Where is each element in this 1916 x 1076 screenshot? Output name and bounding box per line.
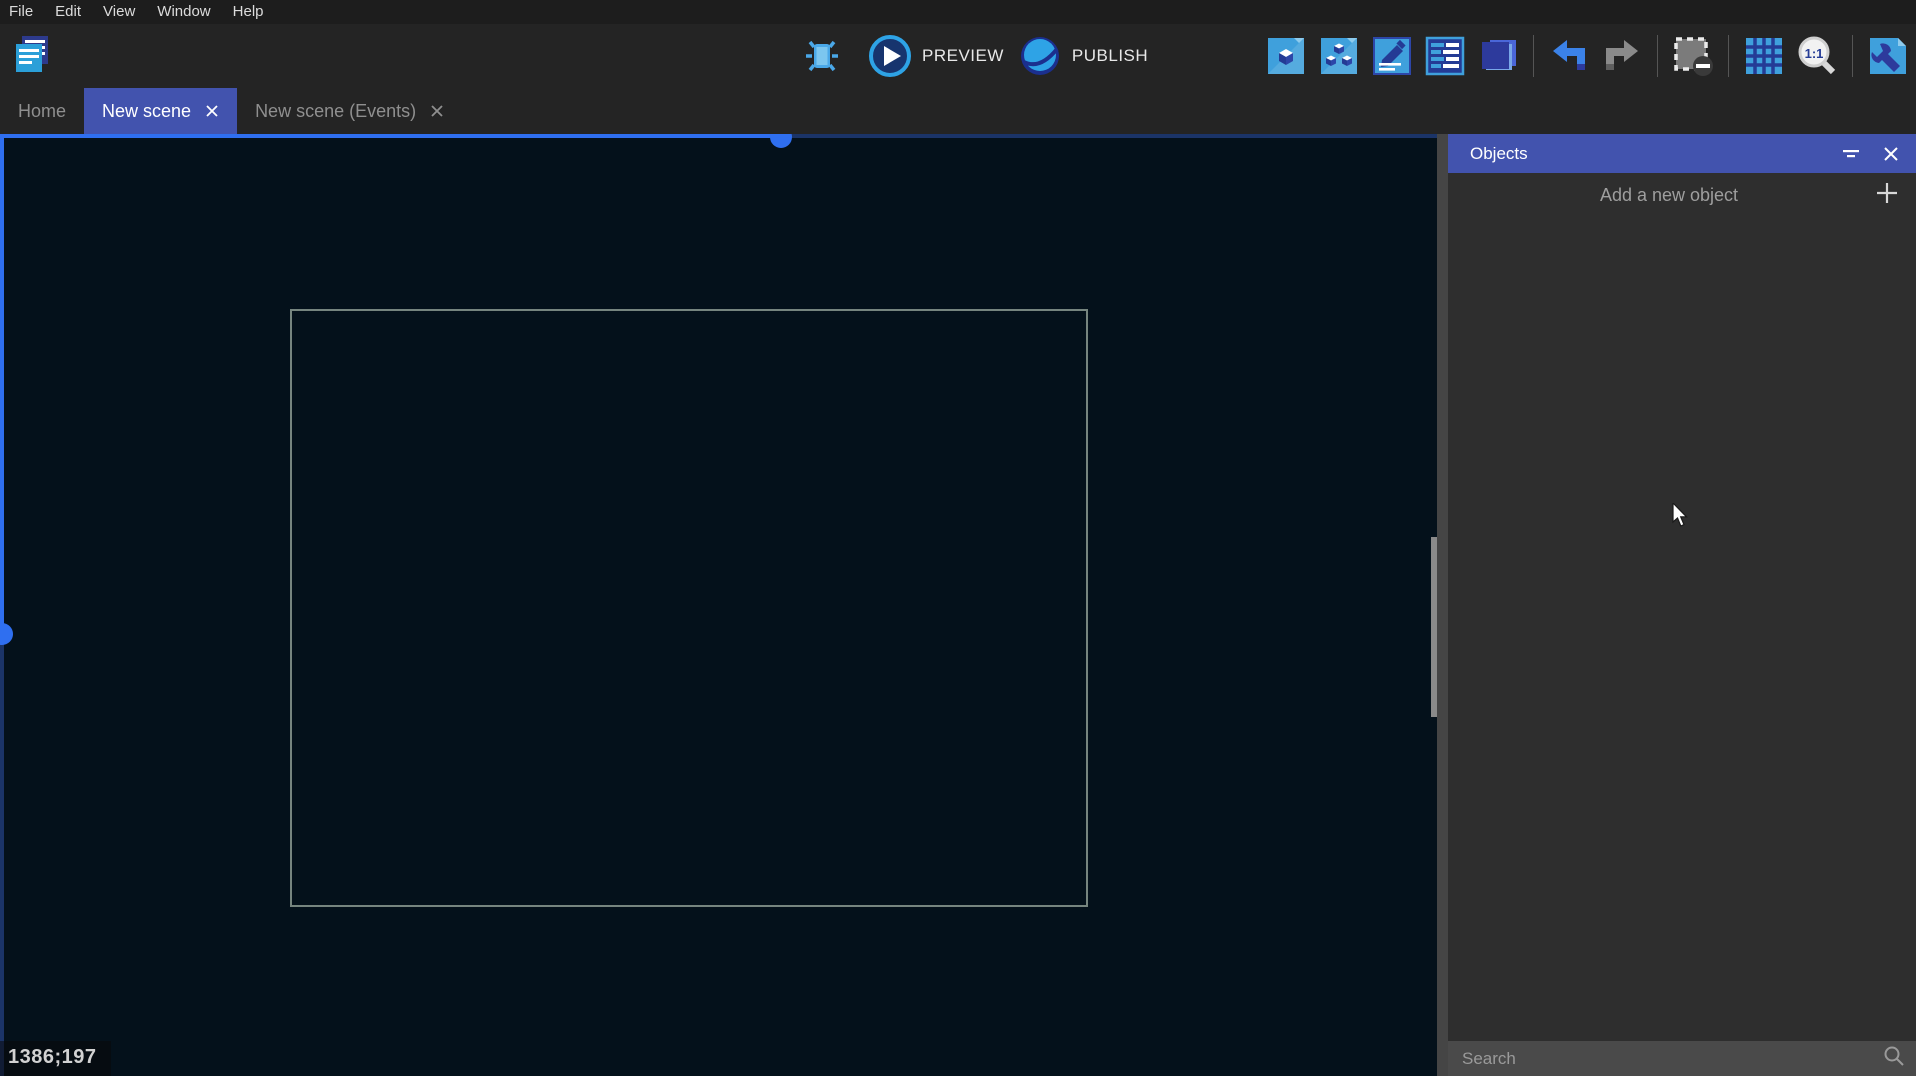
layers-icon[interactable] — [1476, 34, 1520, 78]
publish-button[interactable]: PUBLISH — [1018, 34, 1148, 78]
menu-window[interactable]: Window — [146, 0, 221, 24]
redo-icon[interactable] — [1600, 34, 1644, 78]
deselect-all-icon[interactable] — [1671, 34, 1715, 78]
objects-search-input[interactable] — [1462, 1049, 1882, 1069]
preview-play-icon — [868, 34, 912, 78]
add-new-object-button[interactable]: Add a new object — [1448, 173, 1916, 217]
tab-home-label: Home — [18, 101, 66, 122]
tab-new-scene-events[interactable]: New scene (Events) — [237, 88, 462, 134]
scene-editor-canvas[interactable]: 1386;197 — [0, 134, 1437, 1076]
hscroll-handle[interactable] — [770, 134, 792, 148]
objects-panel-title: Objects — [1470, 144, 1822, 164]
settings-wrench-icon[interactable] — [1866, 34, 1910, 78]
hscroll-indicator-left — [0, 134, 779, 138]
main-toolbar: PREVIEW PUBLISH — [0, 24, 1916, 88]
vscroll-handle[interactable] — [0, 623, 13, 645]
add-new-object-label: Add a new object — [1464, 185, 1874, 206]
objects-panel-header: Objects — [1448, 134, 1916, 173]
object-groups-icon[interactable] — [1317, 34, 1361, 78]
menu-file[interactable]: File — [0, 0, 44, 24]
properties-icon[interactable] — [1370, 34, 1414, 78]
preview-label: PREVIEW — [922, 46, 1004, 66]
toolbar-separator — [1657, 35, 1658, 77]
search-icon[interactable] — [1882, 1044, 1906, 1073]
debug-icon[interactable] — [800, 34, 844, 78]
project-manager-icon[interactable] — [10, 32, 54, 76]
menu-bar: File Edit View Window Help — [0, 0, 1916, 24]
menu-help[interactable]: Help — [222, 0, 275, 24]
hscroll-indicator-right — [779, 134, 1437, 138]
objects-list-empty-area[interactable] — [1448, 217, 1916, 1041]
publish-globe-icon — [1018, 34, 1062, 78]
zoom-1-1-icon[interactable]: 1:1 — [1795, 34, 1839, 78]
filter-icon[interactable] — [1840, 143, 1862, 165]
plus-icon — [1874, 180, 1900, 211]
game-window-frame — [290, 309, 1088, 907]
svg-text:1:1: 1:1 — [1805, 46, 1824, 61]
tab-new-scene-label: New scene — [102, 101, 191, 122]
tab-home[interactable]: Home — [0, 88, 84, 134]
publish-label: PUBLISH — [1072, 46, 1148, 66]
close-panel-icon[interactable] — [1880, 143, 1902, 165]
objects-editor-icon[interactable] — [1264, 34, 1308, 78]
editor-tab-bar: Home New scene New scene (Events) — [0, 88, 1916, 134]
instances-list-icon[interactable] — [1423, 34, 1467, 78]
tab-close-icon[interactable] — [205, 104, 219, 118]
cursor-coordinates: 1386;197 — [0, 1041, 111, 1076]
undo-icon[interactable] — [1547, 34, 1591, 78]
vscroll-indicator-top — [0, 134, 4, 634]
toolbar-separator — [1728, 35, 1729, 77]
panel-resize-divider[interactable] — [1437, 134, 1448, 1076]
preview-button[interactable]: PREVIEW — [868, 34, 1004, 78]
grid-icon[interactable] — [1742, 34, 1786, 78]
tab-new-scene-events-label: New scene (Events) — [255, 101, 416, 122]
toolbar-separator — [1852, 35, 1853, 77]
vscroll-indicator-bottom — [0, 634, 4, 1076]
menu-edit[interactable]: Edit — [44, 0, 92, 24]
toolbar-separator — [1533, 35, 1534, 77]
objects-search-bar — [1448, 1041, 1916, 1076]
tab-close-icon[interactable] — [430, 104, 444, 118]
objects-panel: Objects Add a new object — [1448, 134, 1916, 1076]
menu-view[interactable]: View — [92, 0, 146, 24]
tab-new-scene[interactable]: New scene — [84, 88, 237, 134]
